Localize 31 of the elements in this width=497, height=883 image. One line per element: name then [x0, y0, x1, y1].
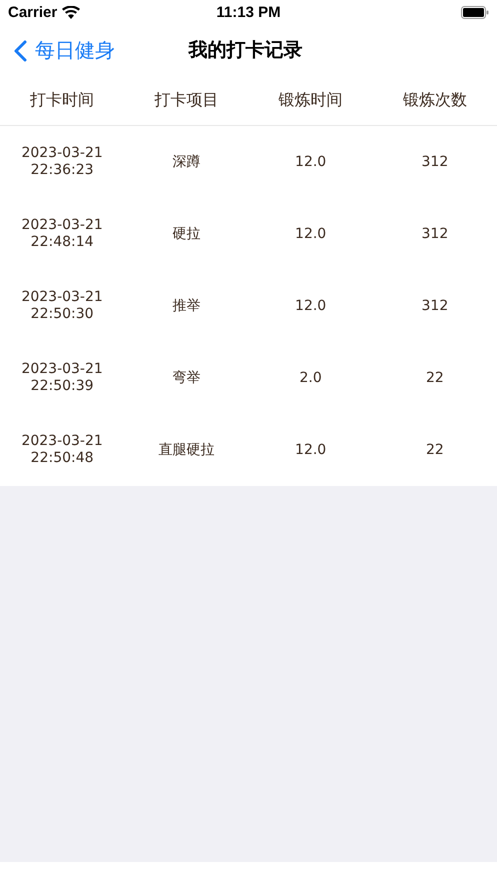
- table-cell-text: 12.0: [294, 226, 328, 242]
- battery-icon: [461, 6, 489, 19]
- clock: 11:13 PM: [216, 4, 281, 21]
- table-cell-text: 22: [424, 370, 445, 386]
- table-cell-text: 2023-03-21 22:48:14: [20, 217, 104, 251]
- table-cell-text: 推举: [171, 298, 202, 314]
- chevron-icon: [14, 40, 27, 62]
- table-cell-text: 12.0: [294, 442, 328, 458]
- column-header: 打卡项目: [153, 90, 220, 110]
- table-cell-text: 2.0: [298, 370, 323, 386]
- table-cell-text: 12.0: [294, 154, 328, 170]
- table-cell-text: 深蹲: [171, 154, 202, 170]
- column-header: 锻炼次数: [402, 90, 468, 110]
- carrier-label: Carrier: [8, 4, 58, 21]
- table-cell-text: 2023-03-21 22:36:23: [20, 145, 104, 179]
- table-cell-text: 12.0: [294, 298, 328, 314]
- column-header: 锻炼时间: [278, 90, 344, 110]
- table-cell-text: 2023-03-21 22:50:39: [20, 361, 104, 395]
- table-cell-text: 22: [424, 442, 445, 458]
- table-cell-text: 312: [420, 226, 450, 242]
- table-cell-text: 2023-03-21 22:50:30: [20, 289, 104, 323]
- table-cell-text: 硬拉: [171, 226, 202, 242]
- table-cell-text: 直腿硬拉: [157, 442, 216, 458]
- back-button[interactable]: 每日健身: [14, 37, 115, 64]
- table-cell-text: 弯举: [171, 370, 202, 386]
- table-cell-text: 312: [420, 298, 450, 314]
- page-title: 我的打卡记录: [188, 38, 302, 63]
- column-header: 打卡时间: [29, 90, 96, 110]
- wifi-icon: [62, 6, 80, 19]
- table-cell-text: 2023-03-21 22:50:48: [20, 433, 104, 467]
- table-cell-text: 312: [420, 154, 450, 170]
